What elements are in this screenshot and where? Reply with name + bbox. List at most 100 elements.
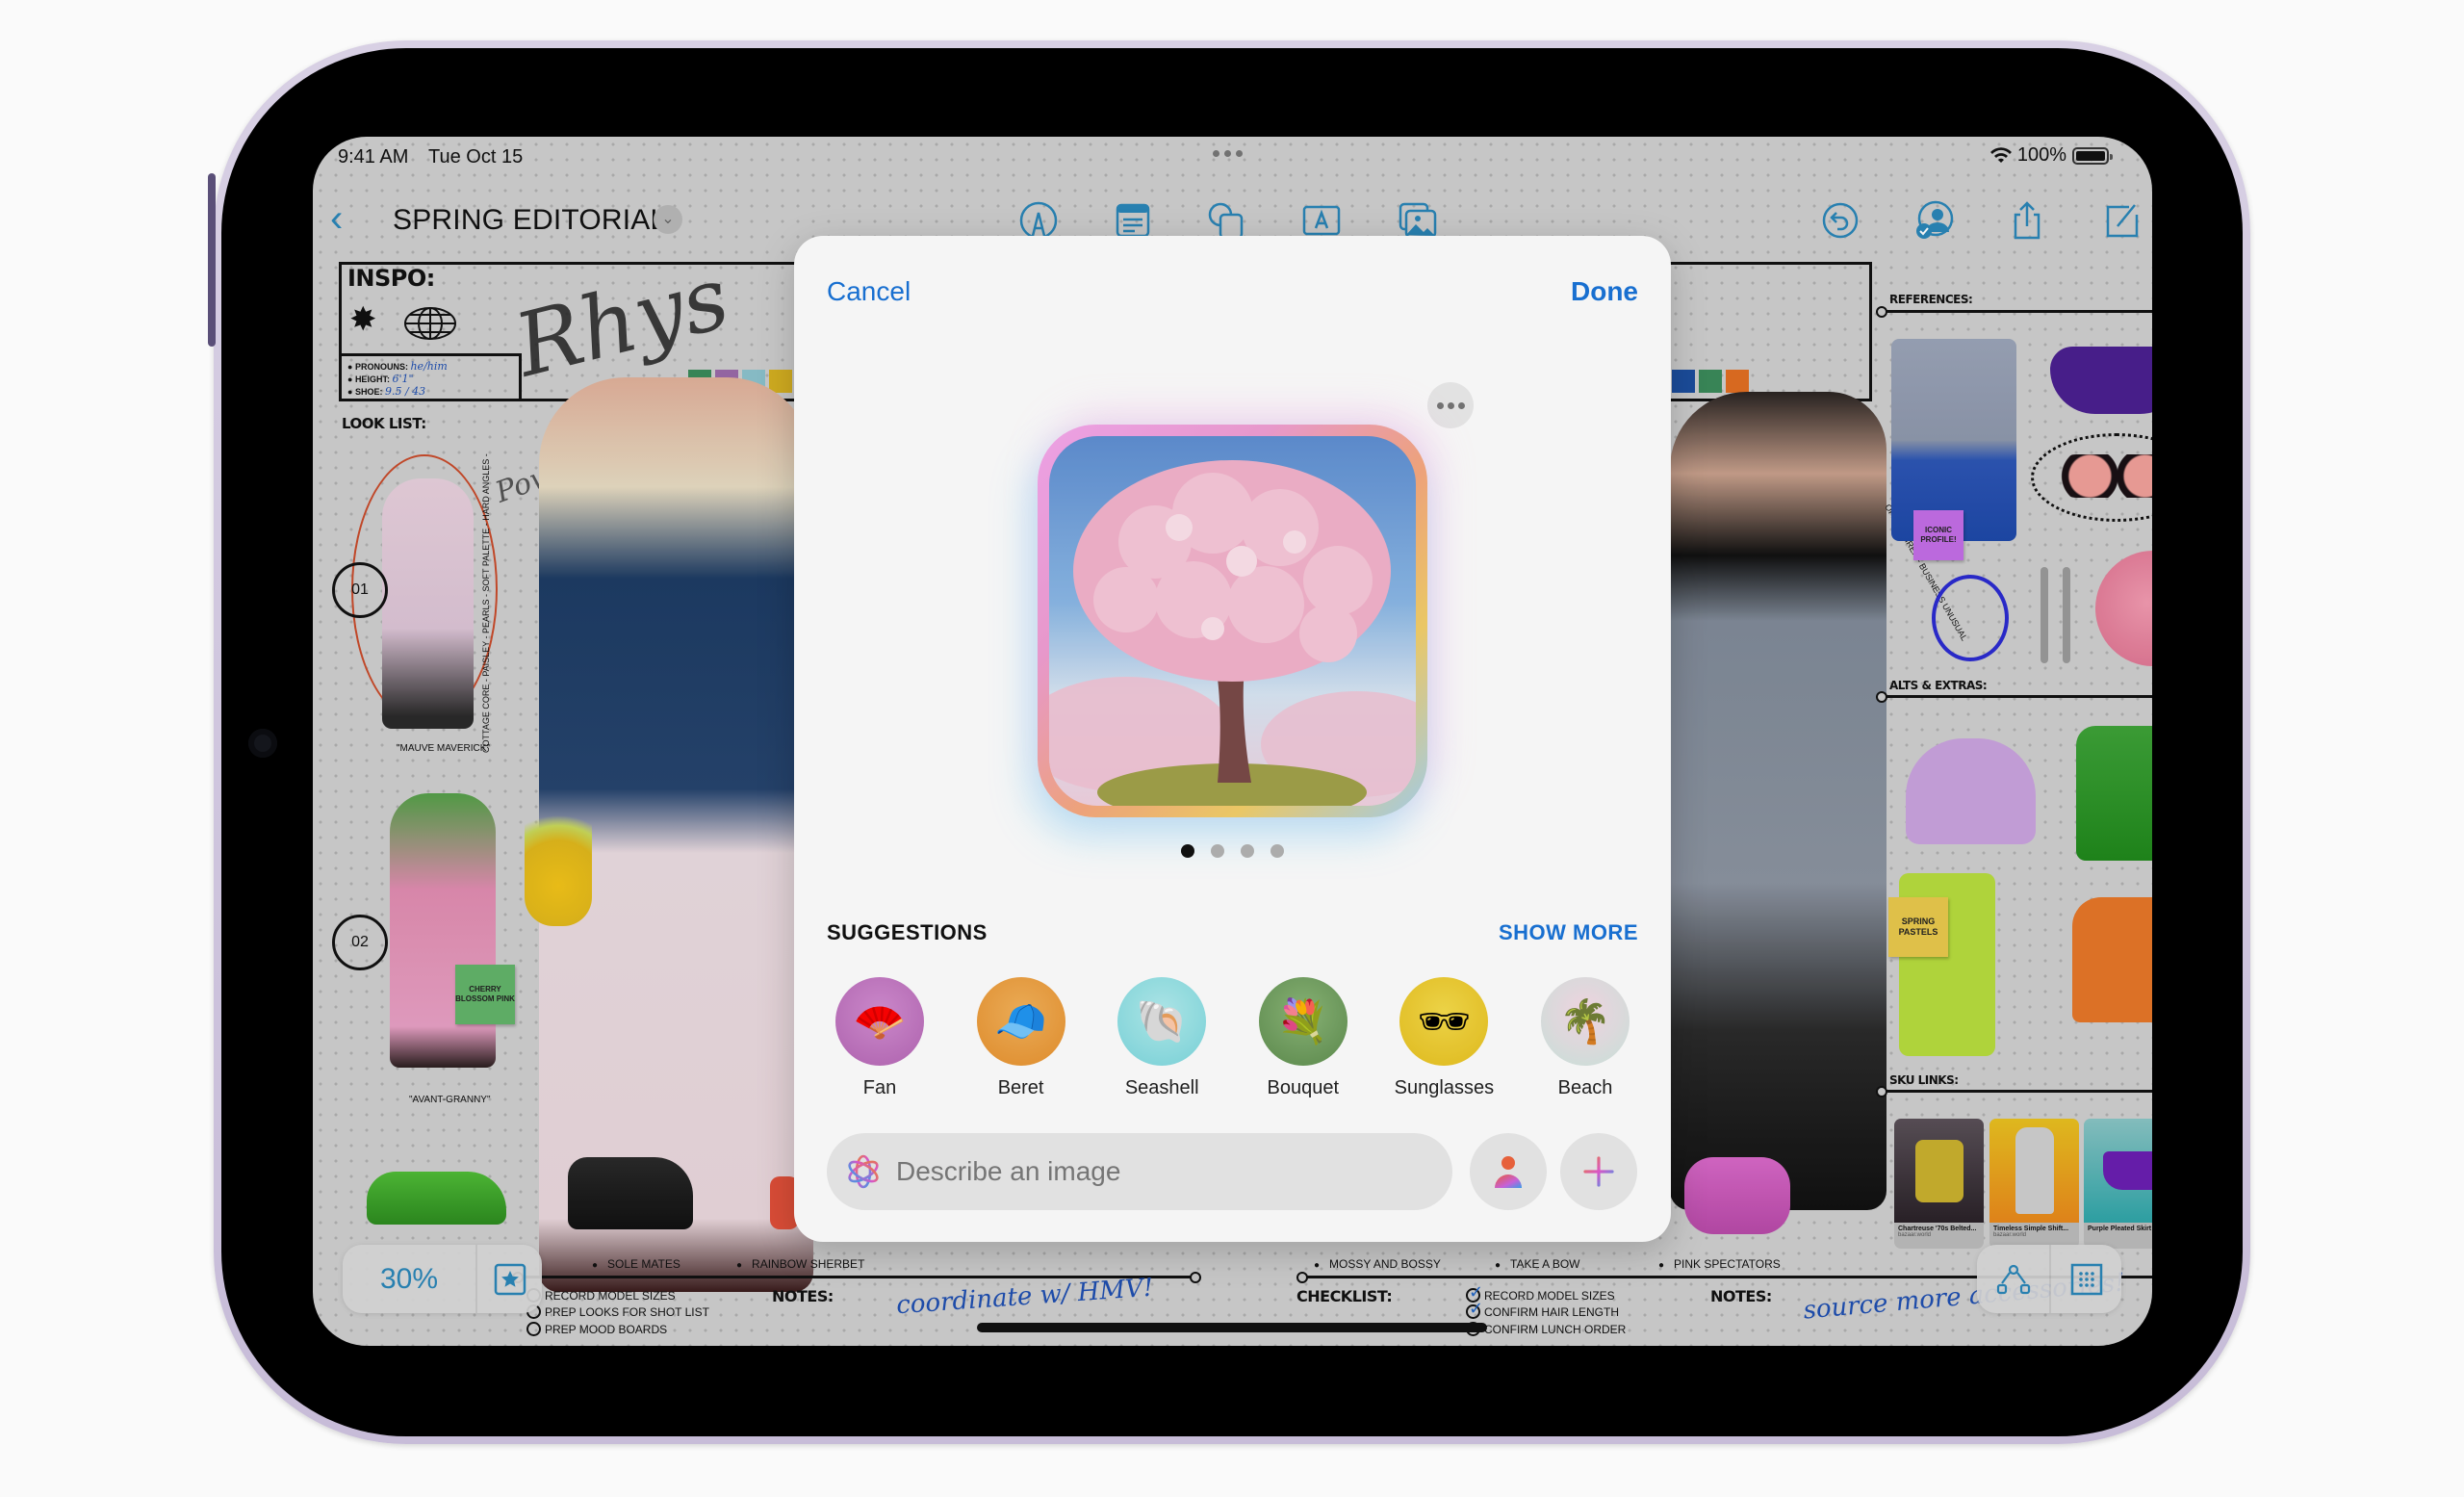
sparkle-star-icon: ✸: [349, 301, 377, 338]
checkbox[interactable]: [526, 1322, 541, 1336]
suggestion-bouquet[interactable]: 💐 Bouquet: [1250, 977, 1356, 1099]
suggestion-label: Bouquet: [1267, 1077, 1340, 1098]
sku-card[interactable]: Chartreuse '70s Belted... bazaar.world: [1894, 1119, 1984, 1249]
connector-icon: [1996, 1264, 2030, 1294]
done-button[interactable]: Done: [1571, 276, 1638, 307]
color-swatch: [1726, 370, 1749, 393]
suggestion-label: Beach: [1557, 1077, 1613, 1098]
notes-text-left[interactable]: coordinate w/ HMV!: [895, 1274, 1154, 1321]
screen: 9:41 AM Tue Oct 15 100% ‹ SPRING EDITORI…: [313, 137, 2152, 1346]
shoe-label: MOSSY AND BOSSY: [1314, 1257, 1441, 1271]
share-icon[interactable]: [2004, 197, 2050, 244]
suggestion-label: Fan: [862, 1077, 897, 1098]
zoom-level-button[interactable]: 30%: [343, 1245, 475, 1313]
status-bar: 9:41 AM Tue Oct 15 100%: [313, 137, 2152, 179]
grid-icon: [2070, 1263, 2102, 1295]
sku-card[interactable]: Purple Pleated Skirt: [2084, 1119, 2152, 1249]
title-menu-chevron-icon[interactable]: ⌄: [654, 205, 682, 234]
oval-red-sunglasses: [2055, 454, 2152, 498]
front-camera: [248, 729, 277, 758]
suggestion-fan[interactable]: 🪭 Fan: [827, 977, 933, 1099]
checklist-item[interactable]: CONFIRM HAIR LENGTH: [1466, 1299, 1619, 1319]
cancel-button[interactable]: Cancel: [827, 276, 911, 307]
grid-button[interactable]: [2049, 1245, 2121, 1313]
page-dot[interactable]: [1241, 844, 1254, 858]
undo-icon[interactable]: [1817, 197, 1863, 244]
bouquet-icon: 💐: [1258, 977, 1348, 1066]
sku-image: [1914, 1139, 1964, 1202]
lavender-face-bag: [1906, 738, 2036, 844]
page-dot[interactable]: [1211, 844, 1224, 858]
sticky-note-spring-pastels[interactable]: SPRING PASTELS: [1888, 897, 1948, 957]
suggestion-seashell[interactable]: 🐚 Seashell: [1109, 977, 1215, 1099]
home-indicator[interactable]: [977, 1323, 1487, 1332]
right-model-photo[interactable]: [1670, 392, 1886, 1210]
checkbox-checked[interactable]: [1466, 1299, 1483, 1319]
battery-icon: [2072, 146, 2113, 165]
page-dot-active[interactable]: [1181, 844, 1194, 858]
divider-rule: [1876, 691, 2152, 703]
sku-title: Chartreuse '70s Belted...: [1898, 1226, 1977, 1232]
person-icon: [1495, 1156, 1522, 1188]
show-more-button[interactable]: SHOW MORE: [1499, 920, 1638, 945]
board-title[interactable]: SPRING EDITORIAL: [393, 204, 666, 237]
suggestion-beret[interactable]: 🧢 Beret: [968, 977, 1074, 1099]
checklist-item[interactable]: RECORD MODEL SIZES: [526, 1288, 676, 1303]
seashell-icon: 🐚: [1117, 977, 1207, 1066]
compose-icon[interactable]: [2098, 197, 2144, 244]
divider-rule: [1876, 306, 2152, 318]
page-dot[interactable]: [1270, 844, 1284, 858]
sku-links-title: SKU LINKS:: [1889, 1073, 1959, 1087]
suggestion-sunglasses[interactable]: 🕶 Sunglasses: [1391, 977, 1497, 1099]
multitasking-dots[interactable]: [1213, 150, 1243, 157]
suggestion-beach[interactable]: 🌴 Beach: [1532, 977, 1638, 1099]
wifi-icon: [1989, 146, 2012, 163]
sunglasses-icon: 🕶: [1399, 977, 1489, 1066]
add-button[interactable]: [1560, 1133, 1637, 1210]
sku-title: Purple Pleated Skirt: [2088, 1226, 2152, 1232]
describe-image-input[interactable]: [896, 1156, 1435, 1187]
battery-percent: 100%: [2016, 144, 2066, 166]
collaborate-icon[interactable]: [1911, 197, 1957, 244]
notes-title-left: NOTES:: [772, 1287, 834, 1305]
sticky-note-iconic-profile[interactable]: ICONIC PROFILE!: [1913, 510, 1964, 560]
checklist-item[interactable]: RECORD MODEL SIZES: [1466, 1282, 1615, 1303]
look-number-badge: 02: [332, 915, 388, 970]
image-generation-sheet: Cancel Done SUGGESTIONS SHOW MORE 🪭 Fan …: [794, 236, 1671, 1242]
color-swatch: [1699, 370, 1722, 393]
connector-button[interactable]: [1977, 1245, 2049, 1313]
prompt-field[interactable]: [827, 1133, 1452, 1210]
person-button[interactable]: [1470, 1133, 1547, 1210]
shoe-label: SOLE MATES: [592, 1257, 680, 1271]
globe-icon: [404, 307, 456, 340]
look-02-model-photo[interactable]: [390, 793, 496, 1068]
earring: [2063, 567, 2070, 663]
alts-extras-title: ALTS & EXTRAS:: [1889, 679, 1988, 692]
back-chevron-icon[interactable]: ‹: [330, 199, 343, 238]
sku-card[interactable]: Timeless Simple Shift... bazaar.world: [1989, 1119, 2079, 1249]
suggestions-heading: SUGGESTIONS: [827, 920, 988, 944]
notes-title-right: NOTES:: [1710, 1287, 1772, 1305]
page-indicator[interactable]: [794, 844, 1671, 858]
sku-source: bazaar.world: [1993, 1232, 2027, 1238]
look-01-model-photo[interactable]: [382, 478, 474, 729]
shoe-label: TAKE A BOW: [1495, 1257, 1579, 1271]
blue-belt: [1932, 575, 2009, 661]
more-options-button[interactable]: [1427, 382, 1474, 428]
device-side-button: [208, 173, 216, 347]
checklist-item[interactable]: CONFIRM LUNCH ORDER: [1466, 1322, 1626, 1336]
checklist-item[interactable]: PREP LOOKS FOR SHOT LIST: [526, 1304, 709, 1319]
look-name: "AVANT-GRANNY": [409, 1095, 491, 1105]
zoom-control: 30%: [343, 1245, 542, 1313]
checklist-item[interactable]: PREP MOOD BOARDS: [526, 1322, 667, 1336]
sticky-note-cherry-blossom[interactable]: CHERRY BLOSSOM PINK: [455, 965, 515, 1024]
shoe-label: RAINBOW SHERBET: [736, 1257, 864, 1271]
beach-icon: 🌴: [1540, 977, 1630, 1066]
generated-image-frame[interactable]: [1038, 425, 1427, 817]
inspo-title: INSPO:: [347, 265, 435, 292]
favorite-button[interactable]: [475, 1245, 542, 1313]
shoe-black-platforms: [568, 1157, 693, 1229]
status-time: 9:41 AM: [338, 146, 409, 168]
status-indicators: 100%: [1989, 144, 2113, 167]
green-eyes-handbag: [2076, 726, 2152, 861]
